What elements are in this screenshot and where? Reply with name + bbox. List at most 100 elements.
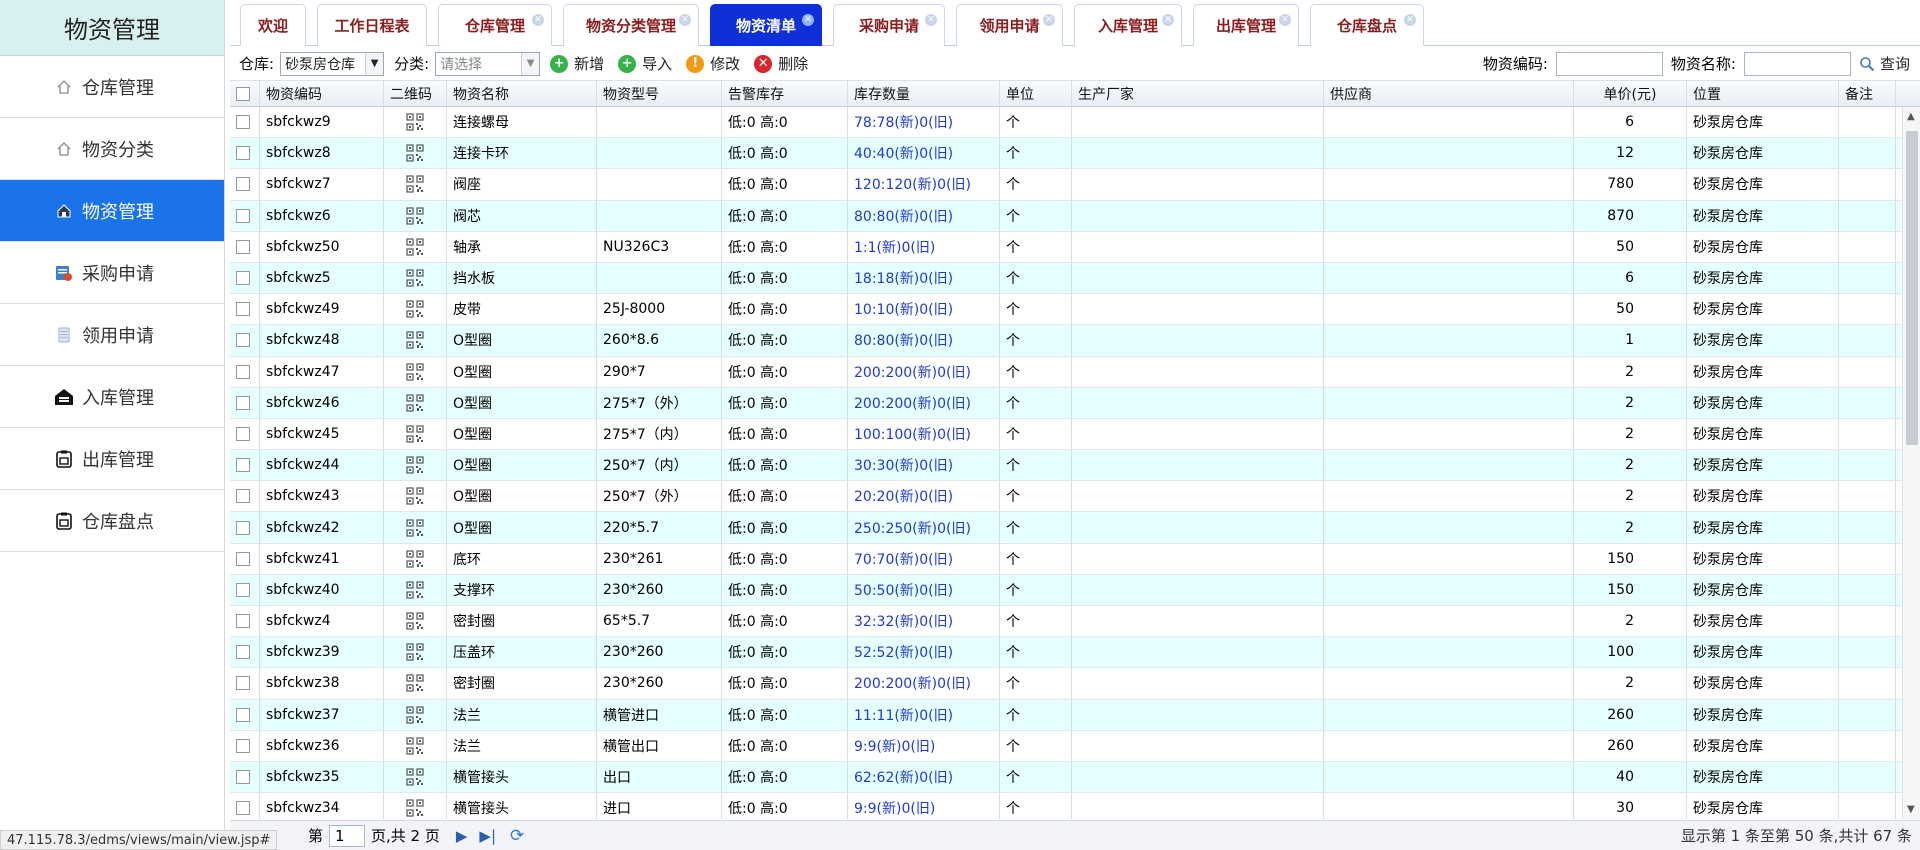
tab-category[interactable]: 物资分类管理 ✕ (563, 4, 699, 46)
row-checkbox[interactable] (236, 395, 250, 410)
row-checkbox[interactable] (236, 271, 250, 286)
row-checkbox[interactable] (236, 614, 250, 629)
tab-inventory[interactable]: 仓库盘点 ✕ (1310, 4, 1424, 46)
table-row[interactable]: sbfckwz48 O型圈 260*8.6 低:0 高:0 80:80(新)0(旧) 个 1… (230, 325, 1920, 357)
row-checkbox[interactable] (236, 707, 250, 722)
table-row[interactable]: sbfckwz9 连接螺母 低:0 高:0 78:78(新)0(旧) 个 6 砂泵房仓库 (230, 107, 1920, 139)
add-button[interactable]: + 新增 (550, 53, 604, 74)
row-checkbox[interactable] (236, 364, 250, 379)
tab-warehouse[interactable]: 仓库管理 ✕ (438, 4, 552, 46)
column-header[interactable]: 单位 (1000, 81, 1072, 106)
delete-button[interactable]: ✕ 删除 (754, 53, 808, 74)
sidebar-item-requisition[interactable]: 领用申请 (0, 304, 224, 366)
column-header[interactable]: 物资编码 (260, 81, 384, 106)
scroll-down-icon[interactable]: ▼ (1907, 804, 1915, 815)
refresh-icon[interactable]: ⟳ (510, 826, 524, 846)
close-icon[interactable]: ✕ (1279, 14, 1291, 26)
sidebar-item-stock-out[interactable]: 出库管理 (0, 428, 224, 490)
row-checkbox[interactable] (236, 426, 250, 441)
column-header[interactable]: 单价(元) (1574, 81, 1687, 106)
row-checkbox[interactable] (236, 676, 250, 691)
import-button[interactable]: + 导入 (618, 53, 672, 74)
row-checkbox[interactable] (236, 582, 250, 597)
table-row[interactable]: sbfckwz5 挡水板 低:0 高:0 18:18(新)0(旧) 个 6 砂泵房仓库 (230, 262, 1920, 295)
table-row[interactable]: sbfckwz50 轴承 NU326C3 低:0 高:0 1:1(新)0(旧) 个 50 砂泵… (230, 231, 1920, 263)
row-checkbox[interactable] (236, 645, 250, 660)
tab-stock-out[interactable]: 出库管理 ✕ (1193, 4, 1299, 46)
qrcode-icon[interactable] (406, 238, 424, 256)
qrcode-icon[interactable] (406, 394, 424, 412)
qrcode-icon[interactable] (406, 674, 424, 693)
column-header[interactable]: 告警库存 (722, 81, 848, 106)
row-checkbox[interactable] (236, 801, 250, 816)
close-icon[interactable]: ✕ (1162, 14, 1174, 26)
close-icon[interactable]: ✕ (532, 14, 544, 26)
table-row[interactable]: sbfckwz37 法兰 横管进口 低:0 高:0 11:11(新)0(旧) 个 260 砂泵… (230, 699, 1920, 731)
tab-schedule[interactable]: 工作日程表 (317, 4, 427, 46)
qrcode-icon[interactable] (406, 706, 424, 724)
warehouse-select[interactable]: 砂泵房仓库 ▼ (280, 51, 385, 76)
table-row[interactable]: sbfckwz40 支撑环 230*260 低:0 高:0 50:50(新)0(旧) 个 1… (230, 574, 1920, 606)
qrcode-icon[interactable] (406, 737, 424, 755)
table-row[interactable]: sbfckwz43 O型圈 250*7（外） 低:0 高:0 20:20(新)0(旧) 个… (230, 481, 1920, 513)
table-row[interactable]: sbfckwz35 横管接头 出口 低:0 高:0 62:62(新)0(旧) 个 40 砂泵房… (230, 761, 1920, 794)
row-checkbox[interactable] (236, 520, 250, 535)
close-icon[interactable]: ✕ (679, 14, 691, 26)
column-header[interactable]: 备注 (1839, 81, 1896, 106)
table-row[interactable]: sbfckwz8 连接卡环 低:0 高:0 40:40(新)0(旧) 个 12 砂泵房仓库 (230, 138, 1920, 170)
qrcode-icon[interactable] (406, 331, 424, 350)
sidebar-item-materials[interactable]: 物资管理 (0, 180, 224, 242)
qrcode-icon[interactable] (406, 425, 424, 443)
table-row[interactable]: sbfckwz7 阀座 低:0 高:0 120:120(新)0(旧) 个 780 砂泵房仓库 (230, 169, 1920, 201)
tab-purchase[interactable]: 采购申请 ✕ (833, 4, 945, 46)
tab-welcome[interactable]: 欢迎 (240, 4, 306, 46)
qrcode-icon[interactable] (406, 207, 424, 225)
table-row[interactable]: sbfckwz41 底环 230*261 低:0 高:0 70:70(新)0(旧) 个 15… (230, 543, 1920, 575)
qrcode-icon[interactable] (406, 487, 424, 505)
qrcode-icon[interactable] (406, 799, 424, 817)
row-checkbox[interactable] (236, 489, 250, 504)
table-row[interactable]: sbfckwz39 压盖环 230*260 低:0 高:0 52:52(新)0(旧) 个 1… (230, 637, 1920, 669)
name-input[interactable] (1743, 51, 1851, 76)
qrcode-icon[interactable] (406, 518, 424, 537)
close-icon[interactable]: ✕ (925, 14, 937, 26)
column-header[interactable]: 物资名称 (447, 81, 597, 106)
category-select[interactable]: 请选择 ▼ (435, 51, 541, 76)
row-checkbox[interactable] (236, 770, 250, 785)
row-checkbox[interactable] (236, 177, 250, 192)
row-checkbox[interactable] (236, 738, 250, 753)
qrcode-icon[interactable] (406, 768, 424, 786)
column-header[interactable]: 位置 (1687, 81, 1839, 106)
sidebar-item-purchase[interactable]: 采购申请 (0, 242, 224, 304)
table-row[interactable]: sbfckwz46 O型圈 275*7（外） 低:0 高:0 200:200(新)0(旧… (230, 387, 1920, 419)
row-checkbox[interactable] (236, 551, 250, 566)
row-checkbox[interactable] (236, 302, 250, 317)
column-header[interactable]: 库存数量 (848, 81, 1000, 106)
qrcode-icon[interactable] (406, 456, 424, 474)
qrcode-icon[interactable] (406, 550, 424, 568)
column-header[interactable]: 物资型号 (597, 81, 722, 106)
close-icon[interactable]: ✕ (1043, 14, 1055, 26)
tab-requisition[interactable]: 领用申请 ✕ (956, 4, 1063, 46)
sidebar-item-category[interactable]: 物资分类 (0, 118, 224, 180)
table-row[interactable]: sbfckwz34 横管接头 进口 低:0 高:0 9:9(新)0(旧) 个 30 砂泵房仓库 (230, 793, 1920, 819)
close-icon[interactable]: ✕ (1404, 14, 1416, 26)
column-header[interactable]: 供应商 (1324, 81, 1574, 106)
last-page-icon[interactable]: ▶| (479, 827, 496, 845)
table-row[interactable]: sbfckwz47 O型圈 290*7 低:0 高:0 200:200(新)0(旧) 个 2… (230, 356, 1920, 388)
table-row[interactable]: sbfckwz49 皮带 25J-8000 低:0 高:0 10:10(新)0(旧) 个 5… (230, 294, 1920, 326)
column-header[interactable]: 生产厂家 (1072, 81, 1324, 106)
query-button[interactable]: 查询 (1859, 53, 1910, 74)
qrcode-icon[interactable] (406, 643, 424, 661)
table-row[interactable]: sbfckwz45 O型圈 275*7（内） 低:0 高:0 100:100(新)0(旧… (230, 418, 1920, 451)
page-input[interactable]: 1 (329, 824, 366, 847)
select-all-checkbox[interactable] (236, 86, 250, 101)
table-row[interactable]: sbfckwz4 密封圈 65*5.7 低:0 高:0 32:32(新)0(旧) 个 2 砂泵… (230, 606, 1920, 638)
code-input[interactable] (1555, 51, 1663, 76)
qrcode-icon[interactable] (406, 362, 424, 381)
table-row[interactable]: sbfckwz36 法兰 横管出口 低:0 高:0 9:9(新)0(旧) 个 260 砂泵房仓… (230, 730, 1920, 762)
sidebar-item-warehouse[interactable]: 仓库管理 (0, 56, 224, 118)
qrcode-icon[interactable] (406, 269, 424, 287)
scroll-thumb[interactable] (1906, 131, 1918, 445)
qrcode-icon[interactable] (406, 612, 424, 630)
